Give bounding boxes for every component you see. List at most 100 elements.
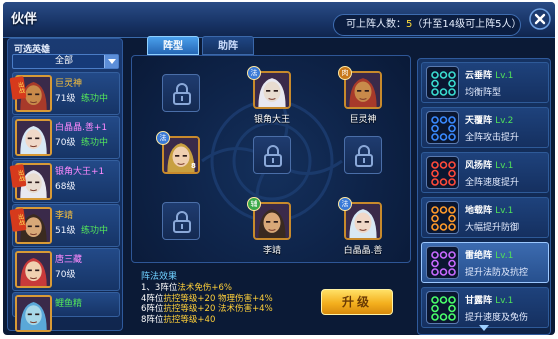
- effects-title: 阵法效果: [141, 272, 178, 282]
- formation-level: Lv.1: [495, 161, 514, 171]
- scroll-down-arrow-icon[interactable]: [478, 324, 490, 332]
- tab-support[interactable]: 助阵: [202, 36, 254, 55]
- hero-level: 70级: [55, 270, 76, 280]
- lock-icon: [355, 145, 373, 167]
- formation-pattern-icon: [426, 66, 459, 99]
- effect-position: 6阵位: [141, 304, 164, 314]
- hero-portrait-art: [17, 253, 50, 286]
- deployed-badge: 出战: [9, 208, 27, 232]
- hero-name: 巨灵神: [55, 79, 83, 89]
- locked-slot[interactable]: [344, 136, 382, 174]
- hero-portrait: [15, 119, 52, 156]
- hero-name: 银角大王+1: [55, 167, 105, 177]
- hero-type-badge: 肉: [338, 66, 352, 80]
- formation-name-row: 地载阵 Lv.1: [465, 203, 513, 216]
- hero-filter-select[interactable]: 全部: [12, 54, 119, 69]
- hero-name: 白晶晶.善+1: [55, 123, 108, 133]
- title-bar: 伙伴 可上阵人数：5（升至14级可上阵5人）: [3, 2, 555, 38]
- formation-board: 法银角大王肉巨灵神法 8 辅李靖法白晶晶.善: [131, 55, 411, 263]
- formation-name: 雷绝阵: [465, 251, 493, 261]
- deployed-badge: 出战: [9, 164, 27, 188]
- hero-name: 鲤鱼精: [55, 299, 83, 309]
- effect-position: 8阵位: [141, 314, 164, 325]
- hero-portrait-art: [346, 204, 380, 238]
- hero-portrait: [15, 295, 52, 332]
- hero-portrait-art: [255, 204, 289, 238]
- hero-list-item[interactable]: 唐三藏 70级: [12, 248, 120, 291]
- hero-filter-value: 全部: [55, 56, 74, 66]
- formation-pattern-icon: [426, 246, 459, 279]
- tab-formation[interactable]: 阵型: [147, 36, 199, 55]
- formation-pattern-icon: [426, 156, 459, 189]
- formation-item[interactable]: 风扬阵 Lv.1 全阵速度提升: [421, 152, 549, 193]
- hero-list-item[interactable]: 白晶晶.善+1 70级 练功中: [12, 116, 120, 159]
- formation-name: 云垂阵: [465, 71, 493, 81]
- formation-level: Lv.1: [495, 71, 514, 81]
- hero-status: 练功中: [81, 226, 109, 236]
- window-title: 伙伴: [11, 12, 38, 27]
- formation-name-row: 风扬阵 Lv.1: [465, 158, 513, 171]
- hero-type-badge: 法: [156, 131, 170, 145]
- formation-item[interactable]: 天覆阵 Lv.2 全阵攻击提升: [421, 107, 549, 148]
- hero-level: 71级: [55, 94, 76, 104]
- close-icon[interactable]: [529, 8, 551, 30]
- slot-index-number: 8: [191, 162, 196, 170]
- formation-description: 全阵攻击提升: [465, 133, 520, 143]
- lock-icon: [264, 145, 282, 167]
- formation-slot-name: 李靖: [262, 246, 281, 256]
- hero-level: 68级: [55, 182, 76, 192]
- formation-level: Lv.1: [495, 251, 514, 261]
- formation-level: Lv.2: [495, 116, 514, 126]
- hero-portrait-art: [255, 73, 289, 107]
- hero-level: 70级: [55, 138, 76, 148]
- formation-name-row: 甘露阵 Lv.1: [465, 293, 513, 306]
- formation-description: 提升法防及抗控: [465, 268, 529, 278]
- effect-text: 抗控等级+40: [163, 314, 216, 325]
- formation-name-row: 天覆阵 Lv.2: [465, 113, 513, 126]
- formation-name: 风扬阵: [465, 161, 493, 171]
- formation-list: 云垂阵 Lv.1 均衡阵型天覆阵 Lv.2 全阵攻击提升风扬阵 Lv.1 全阵速度提升…: [417, 58, 551, 335]
- hero-list-item[interactable]: 出战 李靖 51级 练功中: [9, 204, 120, 247]
- formation-slot-name: 银角大王: [253, 115, 290, 125]
- formation-item[interactable]: 雷绝阵 Lv.1 提升法防及抗控: [421, 242, 549, 283]
- formation-name-row: 雷绝阵 Lv.1: [465, 248, 513, 261]
- hero-status: 练功中: [81, 138, 109, 148]
- hero-type-badge: 辅: [247, 197, 261, 211]
- game-window: 伙伴 可上阵人数：5（升至14级可上阵5人） 可选英雄 全部 出战 巨灵神 71级练…: [3, 2, 555, 335]
- hero-list-item[interactable]: 出战 银角大王+1 68级: [9, 160, 120, 203]
- chevron-down-icon[interactable]: [104, 55, 118, 68]
- hero-status: 练功中: [81, 94, 109, 104]
- formation-pattern-icon: [426, 201, 459, 234]
- effect-text: 法术免伤+6%: [177, 283, 232, 293]
- formation-effects: 阵法效果 1、3阵位法术免伤+6% 4阵位抗控等级+20 物理伤害+4% 6阵位抗控…: [141, 269, 341, 333]
- hero-list-panel: 可选英雄 全部 出战 巨灵神 71级 练功中 白晶晶.善+1 70级 练功中 出战 银角大王+1…: [7, 38, 123, 332]
- hero-portrait-art: [17, 121, 50, 154]
- locked-slot[interactable]: [162, 74, 200, 112]
- hero-portrait-art: [346, 73, 380, 107]
- locked-slot[interactable]: [253, 136, 291, 174]
- effect-text: 抗控等级+20 物理伤害+4%: [163, 293, 273, 304]
- formation-item[interactable]: 云垂阵 Lv.1 均衡阵型: [421, 62, 549, 103]
- hero-portrait: [15, 251, 52, 288]
- effect-line: 8阵位抗控等级+40: [141, 315, 341, 326]
- formation-name: 地载阵: [465, 206, 493, 216]
- locked-slot[interactable]: [162, 202, 200, 240]
- formation-item[interactable]: 地载阵 Lv.1 大幅提升防御: [421, 197, 549, 238]
- formation-level: Lv.1: [495, 296, 514, 306]
- hero-list-item[interactable]: 出战 巨灵神 71级 练功中: [9, 72, 120, 115]
- formation-slot-name: 白晶晶.善: [343, 246, 383, 256]
- deploy-count-note: （升至14级可上阵5人）: [412, 19, 522, 30]
- effect-position: 4阵位: [141, 293, 164, 304]
- formation-slot-name: 巨灵神: [349, 115, 377, 125]
- hero-name: 李靖: [55, 211, 74, 221]
- formation-description: 提升速度及免伤: [465, 313, 529, 323]
- formation-name: 甘露阵: [465, 296, 493, 306]
- hero-name: 唐三藏: [55, 255, 83, 265]
- deployed-badge: 出战: [9, 76, 27, 100]
- effect-line: 1、3阵位法术免伤+6%: [141, 283, 341, 294]
- hero-level: 51级: [55, 226, 76, 236]
- lock-icon: [173, 211, 191, 233]
- upgrade-button[interactable]: 升级: [321, 289, 393, 315]
- formation-item[interactable]: 甘露阵 Lv.1 提升速度及免伤: [421, 287, 549, 328]
- hero-list-item[interactable]: 鲤鱼精: [12, 292, 120, 332]
